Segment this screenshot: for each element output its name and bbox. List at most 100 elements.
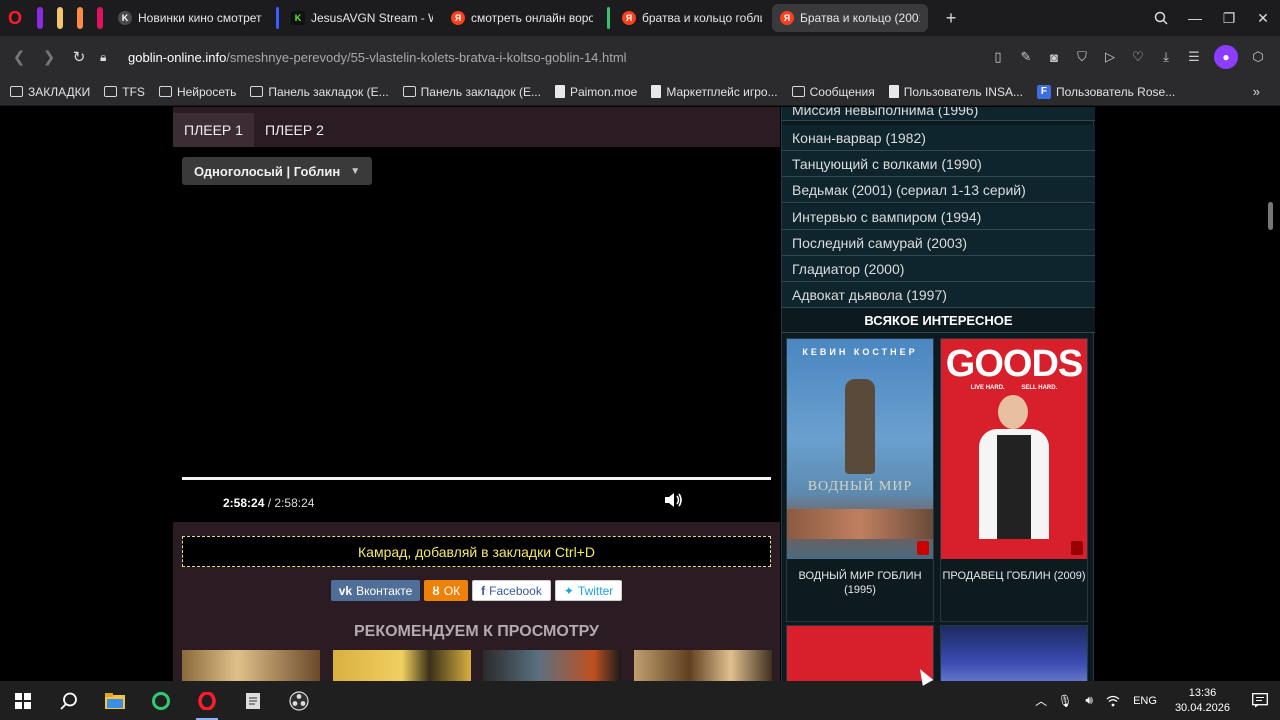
share-label: Вконтакте [356,583,413,598]
bookmark-label: Paimon.moe [569,84,638,99]
opera-gx-icon[interactable] [138,681,184,720]
search-icon[interactable] [46,681,92,720]
voice-select-dropdown[interactable]: Одноголосый | Гоблин ▼ [182,157,373,185]
extensions-cube-icon[interactable]: ⬡ [1244,42,1272,72]
movie-card[interactable] [786,625,934,681]
share-vk-button[interactable]: vk Вконтакте [330,580,421,601]
camera-snapshot-icon[interactable]: ◙ [1040,42,1068,72]
bookmark-panel-1[interactable]: Панель закладок (E... [250,85,389,99]
notepad-icon[interactable] [230,681,276,720]
new-tab-plus-icon[interactable]: + [938,5,964,31]
lock-icon: 🔒︎ [100,49,107,64]
url-field[interactable]: 🔒︎ goblin-online.info/smeshnye-perevody/… [100,42,627,72]
restore-icon[interactable]: ❐ [1212,0,1246,36]
card-caption: ПРОДАВЕЦ ГОБЛИН (2009) [942,570,1086,582]
tray-expand-icon[interactable]: ︿ [1029,681,1053,720]
tab-jesusavgn-stream[interactable]: K JesusAVGN Stream - Watc [283,4,441,32]
tab-novinki-kino[interactable]: K Новинки кино смотреть [110,4,270,32]
clock[interactable]: 13:36 30.04.2026 [1175,686,1230,716]
share-facebook-button[interactable]: f Facebook [472,580,551,601]
film-link[interactable]: Адвокат дьявола (1997) [782,282,1095,308]
speaker-icon[interactable]: 🔊︎ [1077,681,1101,720]
input-language[interactable]: ENG [1133,695,1157,707]
forward-icon[interactable]: ❯ [34,42,64,72]
shield-icon[interactable]: ⛉ [1068,42,1096,72]
pinned-tab-1[interactable] [37,7,43,29]
interesting-heading: ВСЯКОЕ ИНТЕРЕСНОЕ [782,309,1095,333]
wifi-icon[interactable] [1101,681,1125,720]
page-scrollbar-thumb[interactable] [1268,202,1273,230]
bookmarks-bar: ЗАКЛАДКИ TFS Нейросеть Панель закладок (… [0,78,1280,106]
close-icon[interactable]: ✕ [1246,0,1280,36]
edit-icon[interactable]: ✎ [1012,42,1040,72]
heart-icon[interactable]: ♡ [1124,42,1152,72]
recommend-thumb[interactable] [633,650,772,681]
film-link[interactable]: Гладиатор (2000) [782,256,1095,282]
obs-studio-icon[interactable] [276,681,322,720]
movie-card[interactable] [940,625,1088,681]
download-icon[interactable]: ⤓ [1152,42,1180,72]
easy-setup-menu-icon[interactable]: ☰ [1180,42,1208,72]
tab-bratva-i-koltso-active[interactable]: Я Братва и кольцо (2001) Г [772,4,928,32]
clock-date: 30.04.2026 [1174,701,1230,714]
recommend-thumb[interactable] [182,650,320,681]
progress-bar[interactable] [182,477,771,480]
back-icon[interactable]: ❮ [4,42,34,72]
minimize-icon[interactable]: — [1178,0,1212,36]
tab-search-icon[interactable] [1144,0,1178,36]
recommend-thumb[interactable] [483,650,622,681]
profile-avatar-icon[interactable]: ● [1214,45,1238,69]
recommend-thumb[interactable] [332,650,471,681]
poster-figure-vest [997,435,1031,539]
windows-taskbar: ︿ 🎙︎ 🔊︎ ENG 13:36 30.04.2026 [0,681,1280,720]
folder-icon [158,86,172,97]
bookmark-user-insa[interactable]: Пользователь INSA... [888,85,1023,99]
film-link[interactable]: Конан-варвар (1982) [782,125,1095,151]
tab-smotret-voron[interactable]: Я смотреть онлайн ворон [443,4,601,32]
bookmark-label: Нейросеть [176,84,237,99]
windows-start-icon[interactable] [0,681,46,720]
folder-icon [10,86,23,97]
tab-bratva-goblin[interactable]: Я братва и кольцо гоблин [614,4,770,32]
pinned-tab-3[interactable] [77,7,83,29]
reload-icon[interactable]: ↻ [64,42,94,72]
tab-player-2[interactable]: ПЛЕЕР 2 [254,113,335,147]
pinned-tab-2[interactable] [57,7,63,29]
bookmark-neiroset[interactable]: Нейросеть [158,84,237,99]
microphone-icon[interactable]: 🎙︎ [1053,681,1077,720]
bookmark-tfs[interactable]: TFS [104,85,145,99]
file-explorer-icon[interactable] [92,681,138,720]
notification-center-icon[interactable] [1240,681,1280,720]
bookmark-zakladki[interactable]: ЗАКЛАДКИ [10,85,90,99]
volume-icon[interactable] [664,491,686,511]
film-link[interactable]: Ведьмак (2001) (сериал 1-13 серий) [782,177,1095,203]
bookmark-label: TFS [122,84,145,99]
movie-card-the-goods[interactable]: GOODS LIVE HARD. SELL HARD. ПРОДАВЕЦ ГОБ… [940,338,1088,622]
film-link[interactable]: Миссия невыполнима (1996) [782,107,1095,121]
film-link[interactable]: Интервью с вампиром (1994) [782,204,1095,230]
bookmark-marketplace[interactable]: Маркетплейс игро... [651,85,778,99]
bookmark-panel-2[interactable]: Панель закладок (E... [402,84,541,99]
bookmarks-overflow-icon[interactable]: » [1253,84,1260,99]
kinopoisk-favicon-icon: K [118,11,132,25]
reader-mode-icon[interactable]: ▯ [984,42,1012,72]
pinned-tab-4[interactable] [97,7,103,29]
video-player[interactable]: Одноголосый | Гоблин ▼ 2:58:24 / 2:58:24 [173,147,780,522]
movie-card-waterworld[interactable]: КЕВИН КОСТНЕР ВОДНЫЙ МИР ВОДНЫЙ МИР ГОБЛ… [786,338,934,622]
goblin-badge-icon [917,541,929,555]
share-twitter-button[interactable]: ✦ Twitter [554,580,623,601]
film-link[interactable]: Последний самурай (2003) [782,230,1095,256]
bookmark-messages[interactable]: Сообщения [791,85,875,99]
flow-send-icon[interactable]: ▷ [1096,42,1124,72]
bookmark-label: Панель закладок (E... [420,84,541,99]
share-ok-button[interactable]: ȣ ОК [424,580,469,601]
poster-ships [787,509,933,539]
opera-browser-icon[interactable] [184,681,230,720]
folder-icon [250,86,264,97]
tab-player-1[interactable]: ПЛЕЕР 1 [173,113,254,147]
bookmark-user-rose[interactable]: F Пользователь Rose... [1036,84,1175,99]
folder-icon [791,86,805,97]
opera-menu-icon[interactable]: O [0,0,30,36]
bookmark-paimon[interactable]: Paimon.moe [554,84,638,99]
film-link[interactable]: Танцующий с волками (1990) [782,151,1095,177]
